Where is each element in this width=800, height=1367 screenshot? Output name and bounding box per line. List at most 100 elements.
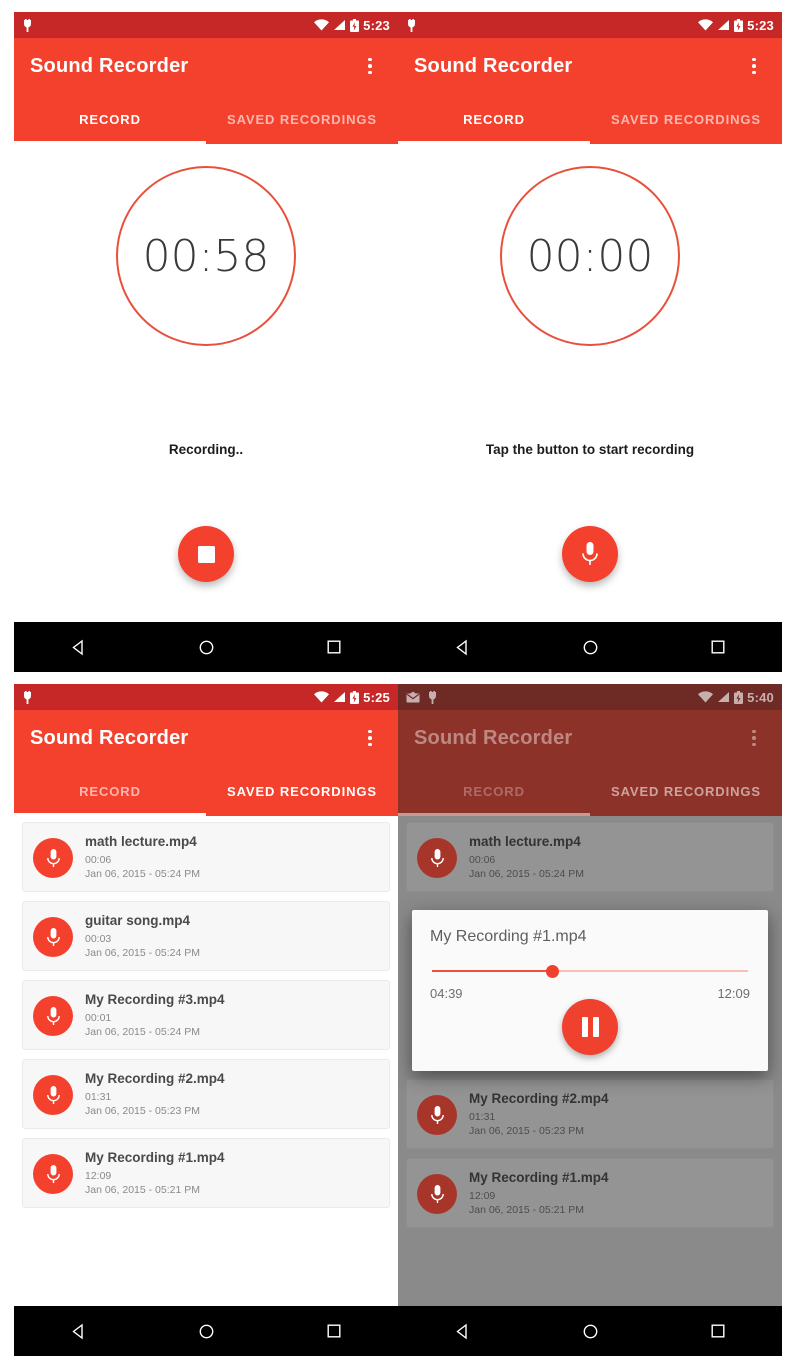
start-recording-button[interactable]	[562, 526, 618, 582]
app-bar: Sound Recorder	[14, 38, 398, 94]
phone-panel-saved-list: 5:25 Sound Recorder RECORD SAVED RECORDI…	[14, 684, 398, 1356]
tab-bar: RECORD SAVED RECORDINGS	[398, 94, 782, 144]
list-item[interactable]: math lecture.mp4 00:06 Jan 06, 2015 - 05…	[22, 822, 390, 892]
nav-back-button[interactable]	[55, 1308, 101, 1354]
list-item[interactable]: guitar song.mp4 00:03 Jan 06, 2015 - 05:…	[22, 901, 390, 971]
tab-record[interactable]: RECORD	[398, 766, 590, 816]
microphone-icon	[33, 1075, 73, 1115]
recording-duration: 00:03	[85, 933, 112, 945]
status-bar-right-icons: 5:23	[698, 18, 774, 33]
recording-name: My Recording #2.mp4	[469, 1091, 609, 1106]
tab-record[interactable]: RECORD	[14, 94, 206, 144]
player-total-time: 12:09	[717, 986, 750, 1001]
list-item-text: My Recording #2.mp4 01:31 Jan 06, 2015 -…	[469, 1089, 609, 1137]
recording-duration: 00:01	[85, 1012, 112, 1024]
tab-saved-recordings[interactable]: SAVED RECORDINGS	[206, 94, 398, 144]
overflow-menu-icon[interactable]	[742, 54, 766, 78]
tab-indicator	[14, 813, 206, 816]
email-icon	[406, 691, 420, 703]
recording-duration: 00:06	[85, 854, 112, 866]
app-bar: Sound Recorder	[14, 710, 398, 766]
recording-date: Jan 06, 2015 - 05:24 PM	[85, 1026, 200, 1038]
battery-charging-icon	[734, 18, 744, 32]
overflow-menu-icon[interactable]	[742, 726, 766, 750]
pause-icon	[581, 1017, 588, 1037]
app-bar: Sound Recorder	[398, 710, 782, 766]
recording-name: My Recording #3.mp4	[85, 992, 225, 1007]
microphone-icon	[33, 996, 73, 1036]
battery-charging-icon	[350, 18, 360, 32]
stop-icon	[197, 545, 215, 563]
list-item[interactable]: My Recording #2.mp4 01:31 Jan 06, 2015 -…	[22, 1059, 390, 1129]
nav-recents-button[interactable]	[311, 1308, 357, 1354]
list-item[interactable]: math lecture.mp4 00:06 Jan 06, 2015 - 05…	[406, 822, 774, 892]
nav-back-button[interactable]	[439, 624, 485, 670]
recording-date: Jan 06, 2015 - 05:24 PM	[85, 947, 200, 959]
status-bar-left-icons	[406, 18, 417, 32]
overflow-menu-icon[interactable]	[358, 726, 382, 750]
overflow-menu-icon[interactable]	[358, 54, 382, 78]
list-item[interactable]: My Recording #2.mp4 01:31 Jan 06, 2015 -…	[406, 1079, 774, 1149]
nav-recents-button[interactable]	[311, 624, 357, 670]
timer-circle: 00:58	[116, 166, 296, 346]
timer-circle: 00:00	[500, 166, 680, 346]
status-bar-right-icons: 5:25	[314, 690, 390, 705]
tab-record[interactable]: RECORD	[398, 94, 590, 144]
tab-saved-recordings[interactable]: SAVED RECORDINGS	[206, 766, 398, 816]
player-controls	[430, 999, 750, 1055]
player-title: My Recording #1.mp4	[430, 928, 587, 945]
list-item[interactable]: My Recording #3.mp4 00:01 Jan 06, 2015 -…	[22, 980, 390, 1050]
player-current-time: 04:39	[430, 986, 463, 1001]
pause-icon	[592, 1017, 599, 1037]
usb-plug-icon	[22, 690, 33, 704]
recording-name: math lecture.mp4	[469, 834, 581, 849]
signal-icon	[333, 691, 346, 703]
recording-name: My Recording #1.mp4	[469, 1170, 609, 1185]
wifi-icon	[698, 19, 714, 31]
microphone-icon	[417, 1174, 457, 1214]
tab-bar: RECORD SAVED RECORDINGS	[14, 94, 398, 144]
list-item-text: guitar song.mp4 00:03 Jan 06, 2015 - 05:…	[85, 911, 200, 959]
nav-recents-button[interactable]	[695, 624, 741, 670]
status-bar-right-icons: 5:23	[314, 18, 390, 33]
recording-duration: 01:31	[469, 1111, 496, 1123]
nav-home-button[interactable]	[183, 1308, 229, 1354]
pause-button[interactable]	[562, 999, 618, 1055]
tab-indicator	[398, 813, 590, 816]
recording-date: Jan 06, 2015 - 05:23 PM	[85, 1105, 200, 1117]
status-bar-clock: 5:23	[363, 17, 390, 33]
status-bar-clock: 5:23	[747, 17, 774, 33]
nav-recents-button[interactable]	[695, 1308, 741, 1354]
nav-home-button[interactable]	[183, 624, 229, 670]
recording-name: math lecture.mp4	[85, 834, 197, 849]
wifi-icon	[698, 691, 714, 703]
status-bar-clock: 5:40	[747, 689, 774, 705]
recording-date: Jan 06, 2015 - 05:21 PM	[469, 1204, 584, 1216]
stop-recording-button[interactable]	[178, 526, 234, 582]
list-item[interactable]: My Recording #1.mp4 12:09 Jan 06, 2015 -…	[406, 1158, 774, 1228]
tab-saved-recordings[interactable]: SAVED RECORDINGS	[590, 94, 782, 144]
recording-duration: 00:06	[469, 854, 496, 866]
app-title: Sound Recorder	[30, 726, 189, 749]
nav-back-button[interactable]	[439, 1308, 485, 1354]
seek-thumb[interactable]	[546, 965, 560, 978]
microphone-icon	[33, 1154, 73, 1194]
wifi-icon	[314, 19, 330, 31]
recording-duration: 12:09	[85, 1170, 112, 1182]
status-bar: 5:25	[14, 684, 398, 710]
phone-panel-recording: 5:23 Sound Recorder RECORD SAVED RECORDI…	[14, 12, 398, 672]
nav-home-button[interactable]	[567, 624, 613, 670]
recording-name: guitar song.mp4	[85, 913, 191, 928]
seek-fill	[432, 970, 553, 972]
list-item-text: My Recording #3.mp4 00:01 Jan 06, 2015 -…	[85, 990, 225, 1038]
app-title: Sound Recorder	[30, 54, 189, 77]
recording-date: Jan 06, 2015 - 05:23 PM	[469, 1125, 584, 1137]
nav-back-button[interactable]	[55, 624, 101, 670]
tab-saved-recordings[interactable]: SAVED RECORDINGS	[590, 766, 782, 816]
tab-record[interactable]: RECORD	[14, 766, 206, 816]
seek-bar[interactable]	[432, 964, 748, 978]
saved-recordings-list[interactable]: math lecture.mp4 00:06 Jan 06, 2015 - 05…	[14, 816, 398, 1306]
nav-home-button[interactable]	[567, 1308, 613, 1354]
list-item[interactable]: My Recording #1.mp4 12:09 Jan 06, 2015 -…	[22, 1138, 390, 1208]
app-bar: Sound Recorder	[398, 38, 782, 94]
